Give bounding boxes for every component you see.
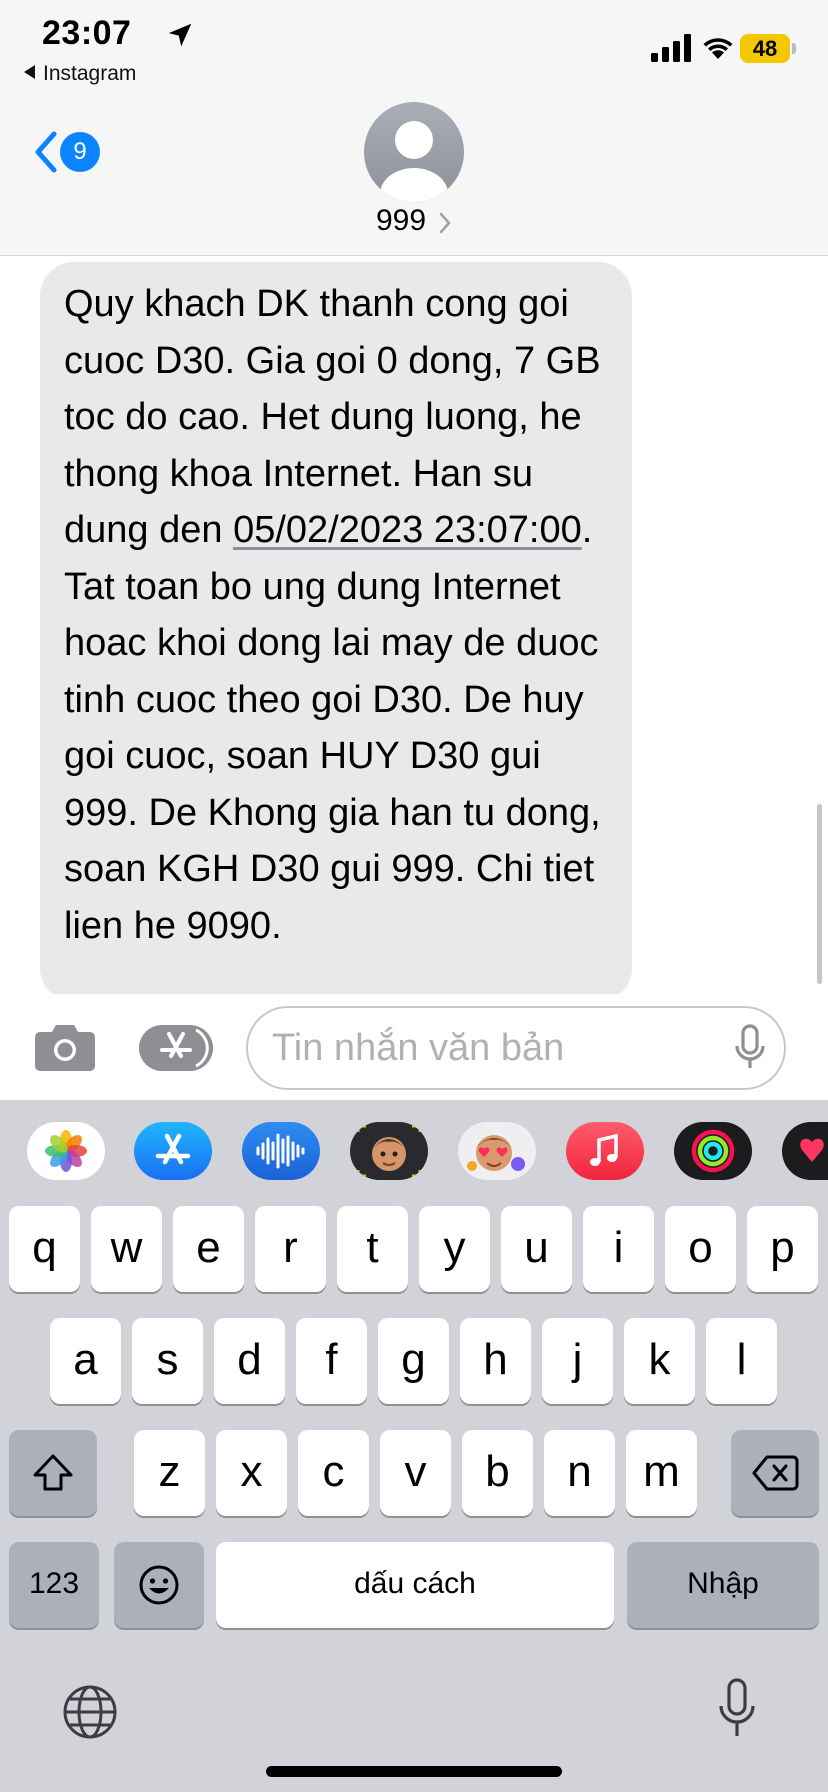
location-arrow-icon xyxy=(168,23,192,47)
key-u[interactable]: u xyxy=(501,1206,572,1292)
input-placeholder: Tin nhắn văn bản xyxy=(272,1027,565,1069)
key-t[interactable]: t xyxy=(337,1206,408,1292)
key-j[interactable]: j xyxy=(542,1318,613,1404)
key-c[interactable]: c xyxy=(298,1430,369,1516)
key-l[interactable]: l xyxy=(706,1318,777,1404)
shift-key[interactable] xyxy=(9,1430,97,1516)
message-date-link[interactable]: 05/02/2023 23:07:00 xyxy=(233,509,582,551)
key-b[interactable]: b xyxy=(462,1430,533,1516)
status-time: 23:07 xyxy=(42,14,132,52)
key-p[interactable]: p xyxy=(747,1206,818,1292)
battery-cap xyxy=(792,43,796,54)
key-d[interactable]: d xyxy=(214,1318,285,1404)
key-e[interactable]: e xyxy=(173,1206,244,1292)
key-y[interactable]: y xyxy=(419,1206,490,1292)
emoji-icon xyxy=(139,1565,179,1605)
key-n[interactable]: n xyxy=(544,1430,615,1516)
key-i[interactable]: i xyxy=(583,1206,654,1292)
shift-icon xyxy=(33,1454,73,1491)
key-x[interactable]: x xyxy=(216,1430,287,1516)
key-z[interactable]: z xyxy=(134,1430,205,1516)
microphone-icon[interactable] xyxy=(718,1678,756,1740)
key-o[interactable]: o xyxy=(665,1206,736,1292)
key-g[interactable]: g xyxy=(378,1318,449,1404)
scrollbar[interactable] xyxy=(817,804,822,984)
key-f[interactable]: f xyxy=(296,1318,367,1404)
key-h[interactable]: h xyxy=(460,1318,531,1404)
delete-key[interactable] xyxy=(731,1430,819,1516)
wifi-icon xyxy=(703,38,733,59)
camera-icon[interactable] xyxy=(34,1022,96,1072)
numbers-key[interactable]: 123 xyxy=(9,1542,99,1628)
audio-message-icon[interactable] xyxy=(242,1122,320,1180)
back-app-label: Instagram xyxy=(43,62,137,85)
contact-avatar-icon[interactable] xyxy=(364,102,464,202)
battery-icon: 48 xyxy=(740,34,790,63)
key-m[interactable]: m xyxy=(626,1430,697,1516)
chevron-right-icon xyxy=(439,212,451,234)
key-a[interactable]: a xyxy=(50,1318,121,1404)
space-key[interactable]: dấu cách xyxy=(216,1542,614,1628)
back-triangle-icon xyxy=(24,65,35,79)
return-key[interactable]: Nhập xyxy=(627,1542,819,1628)
memoji-stickers-icon[interactable] xyxy=(458,1122,536,1180)
emoji-key[interactable] xyxy=(114,1542,204,1628)
app-store-icon[interactable] xyxy=(138,1024,214,1072)
back-to-app-link[interactable]: Instagram xyxy=(24,62,136,86)
key-v[interactable]: v xyxy=(380,1430,451,1516)
message-text-part2: . Tat toan bo ung dung Internet hoac kho… xyxy=(64,509,601,947)
app-store-icon[interactable] xyxy=(134,1122,212,1180)
music-icon[interactable] xyxy=(566,1122,644,1180)
key-r[interactable]: r xyxy=(255,1206,326,1292)
message-bubble[interactable]: Quy khach DK thanh cong goi cuoc D30. Gi… xyxy=(40,262,632,1002)
photos-icon[interactable] xyxy=(27,1122,105,1180)
key-k[interactable]: k xyxy=(624,1318,695,1404)
signal-bars-icon xyxy=(651,34,691,62)
microphone-icon[interactable] xyxy=(734,1024,766,1072)
back-chevron-icon[interactable] xyxy=(30,128,62,176)
contact-name[interactable]: 999 xyxy=(376,204,426,238)
unread-count-badge[interactable]: 9 xyxy=(60,132,100,172)
key-q[interactable]: q xyxy=(9,1206,80,1292)
delete-icon xyxy=(752,1455,799,1491)
key-s[interactable]: s xyxy=(132,1318,203,1404)
globe-icon[interactable] xyxy=(62,1684,118,1740)
key-w[interactable]: w xyxy=(91,1206,162,1292)
memoji-icon[interactable] xyxy=(350,1122,428,1180)
message-text: Quy khach DK thanh cong goi cuoc D30. Gi… xyxy=(64,276,624,954)
home-indicator[interactable] xyxy=(266,1766,562,1777)
fitness-icon[interactable] xyxy=(674,1122,752,1180)
